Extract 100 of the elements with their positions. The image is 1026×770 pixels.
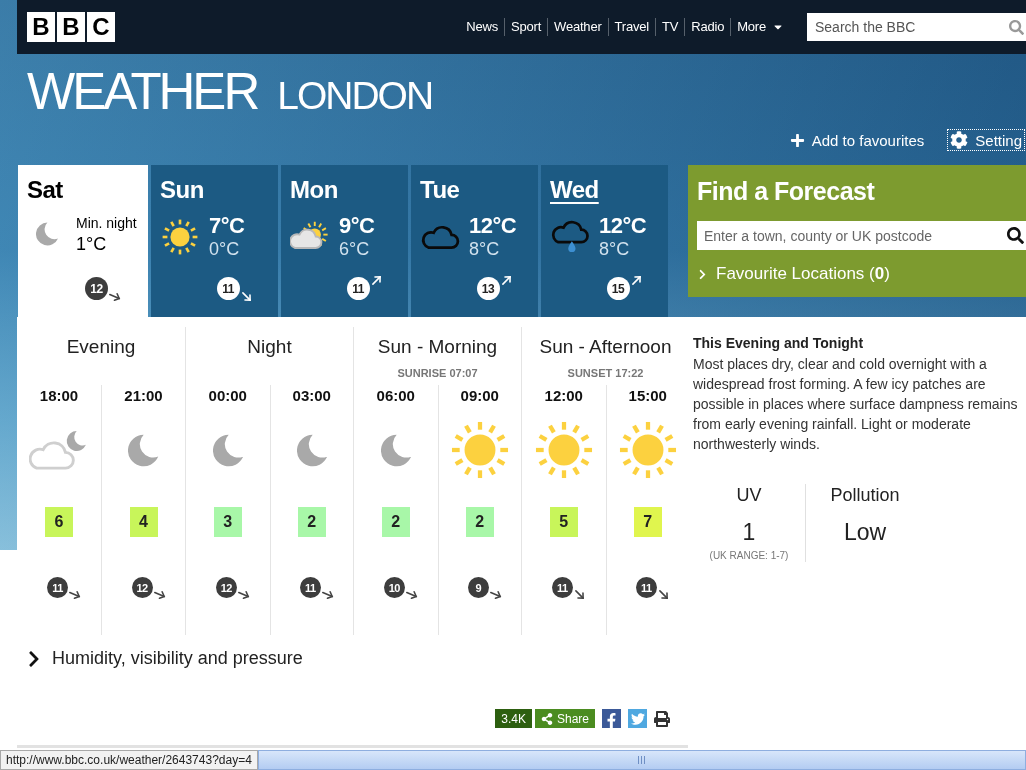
facebook-icon[interactable] <box>602 709 621 728</box>
nav-link[interactable]: News <box>460 18 504 36</box>
hour-time: 21:00 <box>124 387 163 405</box>
sun-icon <box>162 218 198 255</box>
arrow-icon <box>656 588 670 601</box>
sun-time-note: SUNRISE 07:07 <box>397 367 478 380</box>
share-count: 3.4K <box>495 709 532 728</box>
page-title: WEATHER <box>27 63 258 121</box>
wind-speed-badge: 10 <box>383 577 405 598</box>
pollution-value: Low <box>843 518 887 547</box>
arrow-icon <box>488 588 502 601</box>
wind-speed-badge: 11 <box>299 577 321 598</box>
settings-link[interactable]: Setting <box>948 130 1024 150</box>
hour-time: 15:00 <box>628 387 667 405</box>
wind-speed-badge: 11 <box>635 577 657 598</box>
temperature-badge: 3 <box>213 507 242 537</box>
temperature-badge: 5 <box>549 507 578 537</box>
moon-icon <box>35 222 59 246</box>
horizontal-scrollbar[interactable] <box>257 750 1026 770</box>
hour-time: 18:00 <box>39 387 79 405</box>
details-toggle[interactable]: Humidity, visibility and pressure <box>25 645 303 672</box>
print-icon[interactable] <box>654 710 670 727</box>
moon-icon <box>380 433 411 467</box>
arrow-icon <box>320 588 334 601</box>
rain-cloud-icon <box>550 218 590 255</box>
moon-icon <box>212 433 243 467</box>
temperature-badge: 2 <box>381 507 410 537</box>
pollution-label: Pollution <box>830 484 900 506</box>
day-name: Sat <box>27 176 63 204</box>
nav-link[interactable]: Radio <box>684 18 731 36</box>
arrow-icon <box>68 588 81 601</box>
day-tab[interactable]: Sun 7°C 0°C 11 <box>151 165 278 317</box>
share-button[interactable]: Share <box>534 709 595 728</box>
arrow-icon <box>572 588 586 601</box>
day-tab[interactable]: Wed 12°C 8°C 15 <box>541 165 668 317</box>
logo-tile[interactable]: B <box>27 12 55 42</box>
wind-speed-badge: 13 <box>476 277 500 300</box>
temperature-badge: 7 <box>633 507 662 537</box>
arrow-icon <box>629 274 643 287</box>
panel-title: Find a Forecast <box>697 176 876 206</box>
min-temperature: 8°C <box>469 238 501 260</box>
uv-value: 1 <box>742 518 756 547</box>
arrow-icon <box>239 290 253 303</box>
min-temperature: 8°C <box>599 238 631 260</box>
arrow-icon <box>236 588 250 601</box>
min-temperature: 1°C <box>76 233 108 255</box>
period-heading: Sun - Afternoon <box>539 336 672 358</box>
wind-speed-badge: 15 <box>606 277 630 300</box>
nav-link[interactable]: Travel <box>607 18 655 36</box>
arrow-icon <box>369 274 383 287</box>
wind-speed-badge: 11 <box>346 277 370 300</box>
hour-time: 09:00 <box>460 387 499 405</box>
max-temperature: 9°C <box>339 213 375 238</box>
temperature-badge: 6 <box>45 507 73 537</box>
summary-text: Most places dry, clear and cold overnight with a widespread frost forming. A few icy patches are possible in places where surface dampness remains from early evening rainfall. Light or moderate northwesterly winds. <box>693 355 1018 454</box>
add-favourite-link[interactable]: Add to favourites <box>787 130 927 150</box>
uv-label: UV <box>736 484 762 506</box>
temperature-badge: 4 <box>129 507 158 537</box>
sun-icon <box>618 421 677 479</box>
day-name: Tue <box>420 176 460 204</box>
nav-link[interactable]: TV <box>655 18 685 36</box>
max-temperature: 12°C <box>599 213 647 238</box>
twitter-icon[interactable] <box>628 709 647 728</box>
wind-speed-badge: 11 <box>47 577 68 598</box>
temperature-badge: 2 <box>465 507 494 537</box>
moon-icon <box>128 433 159 467</box>
plus-icon <box>789 132 805 148</box>
hour-time: 06:00 <box>376 387 415 405</box>
wind-speed-badge: 9 <box>467 577 489 598</box>
moon-icon <box>296 433 327 467</box>
nav-link[interactable]: Weather <box>547 18 608 36</box>
nav-link[interactable]: More <box>730 18 790 36</box>
settings-icon <box>950 131 969 149</box>
sun-icon <box>534 421 593 479</box>
wind-speed-badge: 12 <box>131 577 153 598</box>
min-temperature: 0°C <box>209 238 241 260</box>
nav-link[interactable]: Sport <box>503 18 548 36</box>
status-url: http://www.bbc.co.uk/weather/2643743?day=4 <box>0 750 258 770</box>
logo-tile[interactable]: C <box>87 12 115 42</box>
chevron-right-icon <box>697 268 708 280</box>
search-icon[interactable] <box>1007 227 1024 244</box>
temperature-badge: 2 <box>297 507 326 537</box>
arrow-icon <box>152 588 166 601</box>
hour-time: 03:00 <box>292 387 331 405</box>
logo-tile[interactable]: B <box>57 12 85 42</box>
day-tab[interactable]: Sat Min. night 1°C 12 <box>18 165 148 317</box>
wind-speed-badge: 11 <box>551 577 573 598</box>
max-temperature: 12°C <box>469 213 517 238</box>
day-name: Sun <box>160 176 204 204</box>
day-tab[interactable]: Tue 12°C 8°C 13 <box>411 165 538 317</box>
period-heading: Night <box>247 336 292 358</box>
arrow-icon <box>499 274 513 287</box>
sun-time-note: SUNSET 17:22 <box>567 367 644 380</box>
min-temperature: 6°C <box>339 238 371 260</box>
day-name: Wed <box>550 176 599 204</box>
location-title: LONDON <box>277 75 433 117</box>
uv-range: (UK RANGE: 1-7) <box>709 550 789 562</box>
temperature-label: Min. night <box>76 214 137 233</box>
hour-time: 12:00 <box>544 387 583 405</box>
day-tab[interactable]: Mon 9°C 6°C 11 <box>281 165 408 317</box>
